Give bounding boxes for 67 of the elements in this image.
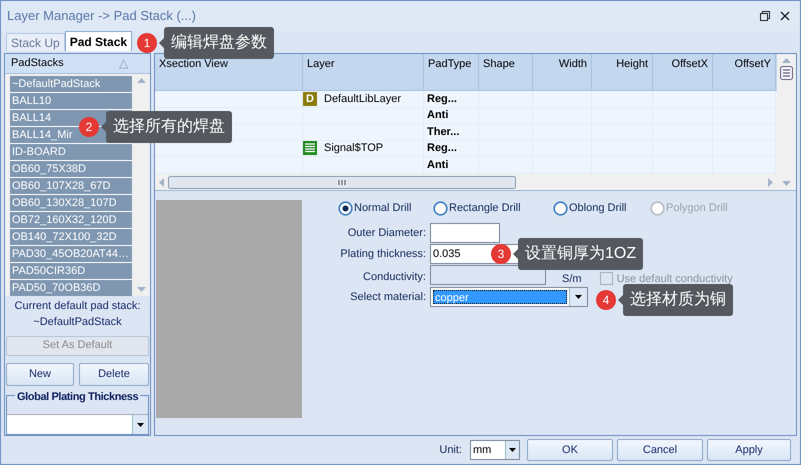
field-label: Unit: xyxy=(439,442,462,458)
pointer-icon xyxy=(101,122,106,132)
dialog-button[interactable]: Apply xyxy=(707,439,791,461)
unit-dropdown[interactable]: mm xyxy=(470,440,520,460)
radio-option[interactable]: Oblong Drill xyxy=(553,200,650,217)
pointer-icon xyxy=(618,295,623,305)
selected-value: copper xyxy=(433,290,567,304)
step-badge: 1 xyxy=(137,33,157,53)
column-header[interactable]: PadType xyxy=(424,54,479,90)
default-value: ~DefaultPadStack xyxy=(32,315,123,330)
radio-icon[interactable] xyxy=(338,201,353,216)
scroll-thumb[interactable] xyxy=(168,176,516,188)
plating-dropdown[interactable] xyxy=(7,414,148,434)
sort-icon: △ xyxy=(119,54,128,72)
field-label: Conductivity: xyxy=(362,270,427,284)
new-button[interactable]: New xyxy=(6,362,74,386)
scroll-left-icon[interactable] xyxy=(159,178,164,186)
field-label: Plating thickness: xyxy=(339,246,427,262)
callout-tooltip: 编辑焊盘参数 xyxy=(164,27,274,59)
callout-tooltip: 选择所有的焊盘 xyxy=(106,111,232,143)
scroll-right-icon[interactable] xyxy=(768,178,773,186)
default-label: Current default pad stack: xyxy=(14,298,142,314)
column-header[interactable]: Height xyxy=(592,54,653,90)
tab[interactable]: Stack Up xyxy=(6,33,65,51)
signal-layer-icon xyxy=(303,141,317,156)
table-cell-text: Reg... xyxy=(426,92,457,106)
column-header[interactable]: Shape xyxy=(479,54,533,90)
dialog-button[interactable]: Cancel xyxy=(617,439,703,461)
callout-tooltip: 选择材质为铜 xyxy=(623,284,733,316)
pointer-icon xyxy=(513,249,518,259)
dialog-button[interactable]: OK xyxy=(527,439,613,461)
pointer-icon xyxy=(159,38,164,48)
caret-icon xyxy=(569,288,587,306)
tab[interactable]: Pad Stack xyxy=(64,31,132,51)
column-header[interactable]: OffsetY xyxy=(713,54,776,90)
scroll-thumb[interactable] xyxy=(780,66,793,80)
field-label: Outer Diameter: xyxy=(346,226,427,241)
column-header[interactable]: OffsetX xyxy=(653,54,713,90)
selected-value: mm xyxy=(472,443,492,458)
close-icon[interactable] xyxy=(780,11,790,21)
scroll-up-icon[interactable] xyxy=(136,78,146,83)
scroll-down-icon[interactable] xyxy=(782,181,791,186)
window-title: Layer Manager -> Pad Stack (...) xyxy=(7,7,196,26)
column-header[interactable]: Layer xyxy=(303,54,424,90)
input-field[interactable] xyxy=(430,223,500,243)
caret-icon xyxy=(505,441,519,459)
radio-icon[interactable] xyxy=(433,201,448,216)
table-cell-text: Signal$TOP xyxy=(324,141,384,156)
callout-tooltip: 设置铜厚为1OZ xyxy=(518,238,644,270)
column-header[interactable]: Width xyxy=(533,54,592,90)
table-cell-text: Anti xyxy=(426,158,448,172)
radio-option[interactable]: Normal Drill xyxy=(338,200,433,217)
radio-icon[interactable] xyxy=(553,201,568,216)
unit-label: S/m xyxy=(562,273,582,285)
delete-button[interactable]: Delete xyxy=(79,362,149,386)
table-cell-text: Ther... xyxy=(426,124,460,140)
radio-option[interactable]: Rectangle Drill xyxy=(433,200,553,217)
restore-icon[interactable] xyxy=(760,11,770,21)
scroll-down-icon[interactable] xyxy=(136,286,146,292)
scroll-up-icon[interactable] xyxy=(782,58,791,63)
table-row[interactable]: D DefaultLibLayer Reg... xyxy=(155,91,777,108)
table-cell-text: Reg... xyxy=(426,141,457,156)
table-cell-text: Anti xyxy=(426,108,448,123)
field-label: Select material: xyxy=(349,290,427,305)
column-header[interactable]: PadStacks xyxy=(11,55,119,72)
table-cell-text: DefaultLibLayer xyxy=(324,92,402,106)
layer-type-icon: D xyxy=(303,92,317,106)
